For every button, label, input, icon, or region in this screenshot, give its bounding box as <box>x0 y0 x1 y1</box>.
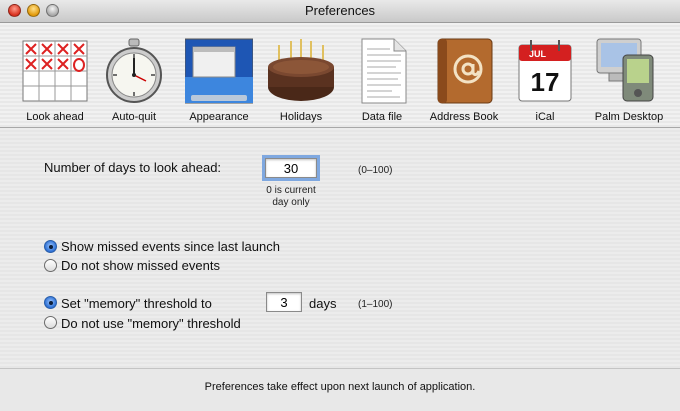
document-icon <box>361 38 407 104</box>
footer-note: Preferences take effect upon next launch… <box>204 381 476 393</box>
toolbar-item-appearance[interactable]: Appearance <box>179 31 259 123</box>
toolbar-item-ical[interactable]: JUL 17 iCal <box>505 31 585 123</box>
hide-missed-events-label[interactable]: Do not show missed events <box>61 258 220 273</box>
look-ahead-days-input[interactable] <box>262 155 320 181</box>
set-memory-threshold-label[interactable]: Set "memory" threshold to <box>61 296 212 311</box>
preferences-toolbar: Look ahead Auto-quit Appearance Holidays… <box>0 23 680 128</box>
ical-calendar-icon: JUL 17 <box>518 40 572 102</box>
toolbar-item-address-book[interactable]: Address Book <box>424 31 504 123</box>
address-book-icon <box>437 38 493 104</box>
title-bar: Preferences <box>0 0 680 23</box>
look-ahead-range: (0–100) <box>358 165 393 176</box>
toolbar-item-palm-desktop[interactable]: Palm Desktop <box>589 31 669 123</box>
toolbar-item-holidays[interactable]: Holidays <box>261 31 341 123</box>
toolbar-item-auto-quit[interactable]: Auto-quit <box>94 31 174 123</box>
memory-unit-label: days <box>309 296 337 311</box>
toolbar-label-palm-desktop: Palm Desktop <box>594 111 664 123</box>
look-ahead-hint-line2: day only <box>272 197 310 208</box>
show-missed-events-label[interactable]: Show missed events since last launch <box>61 239 280 254</box>
radio-no-memory-threshold[interactable] <box>44 316 57 329</box>
memory-range: (1–100) <box>358 299 393 310</box>
window-title: Preferences <box>304 3 376 18</box>
radio-set-memory-threshold[interactable] <box>44 296 57 309</box>
radio-hide-missed-events[interactable] <box>44 259 57 272</box>
toolbar-item-look-ahead[interactable]: Look ahead <box>15 31 95 123</box>
look-ahead-hint-line1: 0 is current <box>266 185 316 196</box>
birthday-cake-icon <box>268 39 334 101</box>
calendar-grid-icon <box>22 40 88 102</box>
preferences-window: Preferences Look ahead Auto-quit Appeara… <box>0 0 680 411</box>
desktop-screen-icon <box>185 38 253 104</box>
footer-bar: Preferences take effect upon next launch… <box>0 368 680 411</box>
radio-show-missed-events[interactable] <box>44 240 57 253</box>
toolbar-item-data-file[interactable]: Data file <box>342 31 422 123</box>
stopwatch-icon <box>106 38 162 103</box>
look-ahead-label: Number of days to look ahead: <box>44 160 222 175</box>
palm-device-icon <box>596 38 654 102</box>
settings-pane: Number of days to look ahead: (0–100) 0 … <box>0 128 680 368</box>
memory-threshold-input[interactable] <box>266 292 302 312</box>
ical-day: 17 <box>531 67 560 97</box>
no-memory-threshold-label[interactable]: Do not use "memory" threshold <box>61 316 241 331</box>
